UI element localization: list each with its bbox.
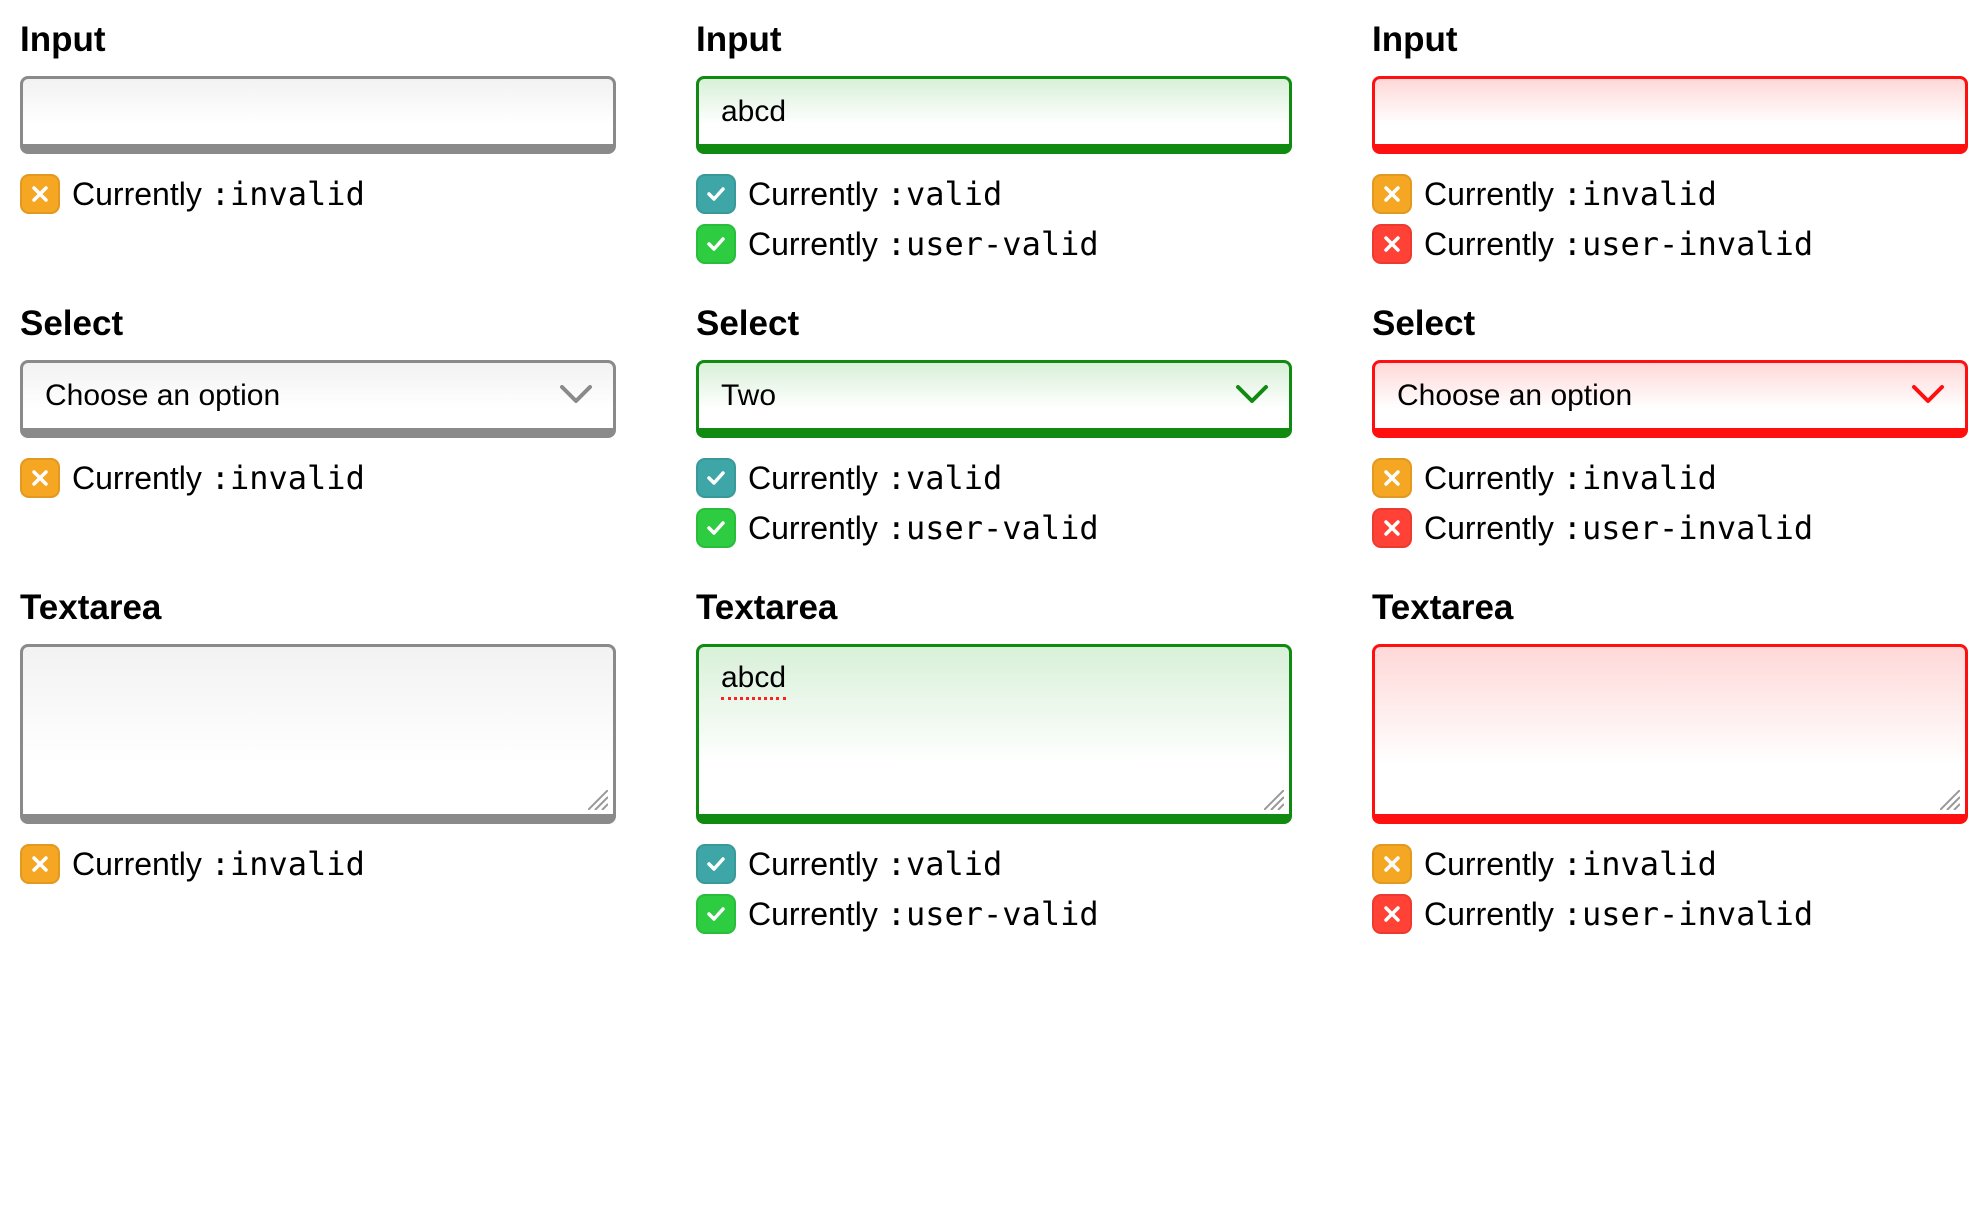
status-user-valid: Currently :user-valid [696, 894, 1292, 934]
x-icon-red [1372, 224, 1412, 264]
check-icon-green [696, 508, 736, 548]
status-valid: Currently :valid [696, 174, 1292, 214]
status-user-valid: Currently :user-valid [696, 224, 1292, 264]
x-icon-orange [20, 458, 60, 498]
select-label: Select [1372, 304, 1968, 344]
select-cell-invalid: Select Choose an option Currently :inval… [1372, 304, 1968, 548]
status-valid: Currently :valid [696, 458, 1292, 498]
input-label: Input [696, 20, 1292, 60]
x-icon-orange [20, 174, 60, 214]
textarea-neutral[interactable] [20, 644, 616, 824]
status-invalid: Currently :invalid [1372, 174, 1968, 214]
status-invalid: Currently :invalid [20, 174, 616, 214]
x-icon-orange [20, 844, 60, 884]
status-valid: Currently :valid [696, 844, 1292, 884]
x-icon-orange [1372, 458, 1412, 498]
textarea-cell-neutral: Textarea Currently :invalid [20, 588, 616, 934]
check-icon-green [696, 224, 736, 264]
select-value: Choose an option [45, 379, 280, 413]
status-user-valid: Currently :user-valid [696, 508, 1292, 548]
input-cell-valid: Input Currently :valid Currently :user-v… [696, 20, 1292, 264]
x-icon-red [1372, 894, 1412, 934]
text-input-valid[interactable] [696, 76, 1292, 154]
status-invalid: Currently :invalid [20, 458, 616, 498]
textarea-cell-valid: Textarea abcd Currently :valid Currently… [696, 588, 1292, 934]
status-user-invalid: Currently :user-invalid [1372, 224, 1968, 264]
select-label: Select [696, 304, 1292, 344]
select-valid[interactable]: Two [696, 360, 1292, 438]
select-value: Two [721, 379, 776, 413]
status-user-invalid: Currently :user-invalid [1372, 508, 1968, 548]
textarea-label: Textarea [1372, 588, 1968, 628]
text-input-neutral[interactable] [20, 76, 616, 154]
textarea-label: Textarea [20, 588, 616, 628]
check-icon-teal [696, 458, 736, 498]
select-label: Select [20, 304, 616, 344]
input-label: Input [20, 20, 616, 60]
select-cell-valid: Select Two Currently :valid Currently :u… [696, 304, 1292, 548]
textarea-invalid[interactable] [1372, 644, 1968, 824]
select-value: Choose an option [1397, 379, 1632, 413]
check-icon-teal [696, 174, 736, 214]
select-invalid[interactable]: Choose an option [1372, 360, 1968, 438]
select-neutral[interactable]: Choose an option [20, 360, 616, 438]
status-invalid: Currently :invalid [1372, 844, 1968, 884]
textarea-cell-invalid: Textarea Currently :invalid Currently :u… [1372, 588, 1968, 934]
input-cell-neutral: Input Currently :invalid [20, 20, 616, 264]
select-cell-neutral: Select Choose an option Currently :inval… [20, 304, 616, 548]
x-icon-orange [1372, 174, 1412, 214]
check-icon-teal [696, 844, 736, 884]
check-icon-green [696, 894, 736, 934]
status-invalid: Currently :invalid [20, 844, 616, 884]
x-icon-red [1372, 508, 1412, 548]
input-cell-invalid: Input Currently :invalid Currently :user… [1372, 20, 1968, 264]
input-label: Input [1372, 20, 1968, 60]
text-input-invalid[interactable] [1372, 76, 1968, 154]
textarea-label: Textarea [696, 588, 1292, 628]
x-icon-orange [1372, 844, 1412, 884]
status-user-invalid: Currently :user-invalid [1372, 894, 1968, 934]
status-invalid: Currently :invalid [1372, 458, 1968, 498]
textarea-value: abcd [721, 661, 786, 700]
textarea-valid[interactable]: abcd [696, 644, 1292, 824]
